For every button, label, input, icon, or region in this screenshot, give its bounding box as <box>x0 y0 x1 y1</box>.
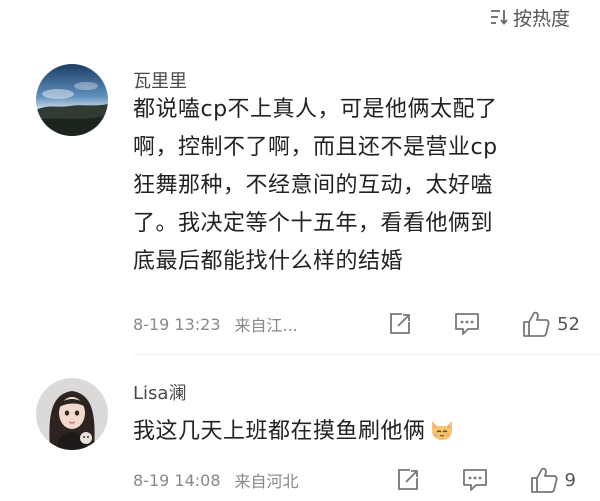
share-button[interactable] <box>395 467 421 493</box>
username[interactable]: Lisa澜 <box>133 379 186 405</box>
comment-time: 8-19 14:08 <box>133 470 221 490</box>
reply-button[interactable] <box>453 311 481 337</box>
like-count: 9 <box>564 469 576 491</box>
comment-actions: 9 <box>395 465 576 495</box>
comment-line: 狂舞那种，不经意间的互动，太好嗑 <box>133 173 494 198</box>
share-icon <box>390 313 410 334</box>
comment-actions: 52 <box>387 309 580 339</box>
like-button[interactable]: 9 <box>529 466 576 494</box>
comment-time: 8-19 13:23 <box>133 314 221 334</box>
reply-button[interactable] <box>461 467 489 493</box>
username[interactable]: 瓦里里 <box>133 67 187 93</box>
like-button[interactable]: 52 <box>521 310 580 338</box>
comment-meta: 8-19 14:08 来自河北 <box>133 467 299 493</box>
avatar[interactable] <box>36 378 108 450</box>
comment-line: 底最后都能找什么样的结婚 <box>133 249 404 274</box>
sort-icon <box>490 10 508 25</box>
comment-location: 来自江... <box>234 316 298 335</box>
comment-line: 了。我决定等个十五年，看看他俩到 <box>133 211 494 236</box>
comment-line: 我这几天上班都在摸鱼刷他俩 <box>133 419 426 444</box>
comment-icon <box>462 469 487 491</box>
comment-line: 都说嗑cp不上真人，可是他俩太配了 <box>133 97 498 122</box>
sort-label: 按热度 <box>512 7 570 30</box>
girl-avatar-image <box>36 378 108 450</box>
comment-text: 都说嗑cp不上真人，可是他俩太配了 啊，控制不了啊，而且还不是营业cp 狂舞那种… <box>133 91 498 281</box>
share-button[interactable] <box>387 311 413 337</box>
thumbs-up-icon <box>530 467 558 493</box>
avatar[interactable] <box>36 64 108 136</box>
like-count: 52 <box>557 313 580 335</box>
comment-meta: 8-19 13:23 来自江... <box>133 311 298 337</box>
comment-line: 啊，控制不了啊，而且还不是营业cp <box>133 135 498 160</box>
sort-by-hot-button[interactable]: 按热度 <box>489 4 570 30</box>
cat-emoji-icon <box>431 421 452 440</box>
comment-text: 我这几天上班都在摸鱼刷他俩 <box>133 413 455 451</box>
thumbs-up-icon <box>523 311 550 337</box>
share-icon <box>397 469 418 490</box>
divider <box>134 354 600 355</box>
comment-icon <box>455 313 479 335</box>
comment-location: 来自河北 <box>234 472 299 491</box>
landscape-avatar-image <box>36 64 108 136</box>
